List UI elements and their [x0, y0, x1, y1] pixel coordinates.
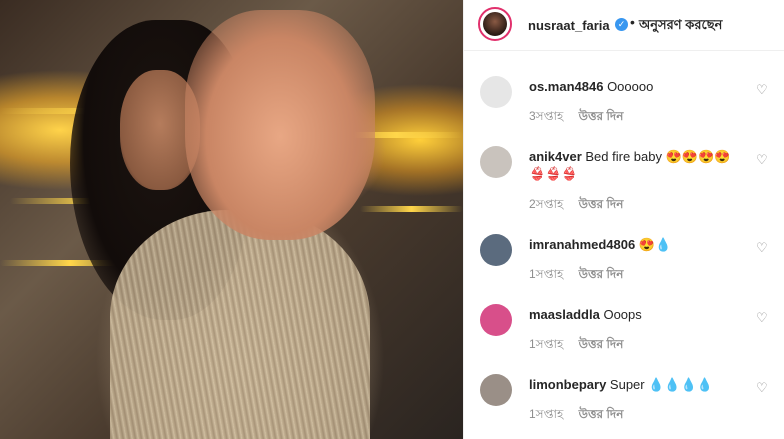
reply-button[interactable]: উত্তর দিন: [579, 109, 624, 123]
light-streak: [360, 206, 463, 212]
comment-text: maasladdla Ooops: [529, 306, 749, 323]
comment-username[interactable]: limonbepary: [529, 377, 606, 392]
comment-time: 1সপ্তাহ: [529, 267, 564, 281]
comment-time: 1সপ্তাহ: [529, 407, 564, 421]
reply-button[interactable]: উত্তর দিন: [579, 197, 624, 211]
separator-dot: •: [630, 14, 635, 30]
dress-shape: [110, 210, 370, 439]
comment-time: 2সপ্তাহ: [529, 197, 564, 211]
comment-meta: 3সপ্তাহ উত্তর দিন: [529, 108, 623, 128]
following-button[interactable]: অনুসরণ করছেন: [639, 16, 722, 37]
comment-body: Super 💧💧💧💧: [609, 377, 713, 392]
heart-icon[interactable]: ♡: [756, 240, 768, 256]
comment-meta: 2সপ্তাহ উত্তর দিন: [529, 196, 623, 216]
reply-button[interactable]: উত্তর দিন: [579, 267, 624, 281]
comment-username[interactable]: anik4ver: [529, 149, 582, 164]
comment-time: 3সপ্তাহ: [529, 109, 564, 123]
post-header: nusraat_faria ✓ • অনুসরণ করছেন: [464, 0, 784, 51]
heart-icon[interactable]: ♡: [756, 82, 768, 98]
comment-body: Oooooo: [607, 79, 654, 94]
comment-text: anik4ver Bed fire baby 😍😍😍😍 👙👙👙: [529, 148, 749, 182]
post-photo: [0, 0, 463, 439]
reply-button[interactable]: উত্তর দিন: [579, 407, 624, 421]
profile-avatar[interactable]: [478, 7, 512, 41]
avatar[interactable]: [480, 76, 512, 108]
comment-text: os.man4846 Oooooo: [529, 78, 749, 95]
comment-time: 1সপ্তাহ: [529, 337, 564, 351]
avatar[interactable]: [480, 146, 512, 178]
heart-icon[interactable]: ♡: [756, 380, 768, 396]
comments-sidebar: nusraat_faria ✓ • অনুসরণ করছেন os.man484…: [463, 0, 784, 439]
comment-username[interactable]: maasladdla: [529, 307, 600, 322]
comment-body: 😍💧: [638, 237, 672, 252]
comment-text: limonbepary Super 💧💧💧💧: [529, 376, 749, 393]
heart-icon[interactable]: ♡: [756, 152, 768, 168]
avatar[interactable]: [480, 304, 512, 336]
comment-meta: 1সপ্তাহ উত্তর দিন: [529, 406, 623, 426]
hand-shape: [185, 10, 375, 240]
reply-button[interactable]: উত্তর দিন: [579, 337, 624, 351]
post-username[interactable]: nusraat_faria: [528, 18, 610, 33]
heart-icon[interactable]: ♡: [756, 310, 768, 326]
comment-username[interactable]: imranahmed4806: [529, 237, 635, 252]
comment-username[interactable]: os.man4846: [529, 79, 603, 94]
comment-meta: 1সপ্তাহ উত্তর দিন: [529, 266, 623, 286]
comment-body: Ooops: [603, 307, 642, 322]
avatar[interactable]: [480, 374, 512, 406]
avatar[interactable]: [480, 234, 512, 266]
comment-meta: 1সপ্তাহ উত্তর দিন: [529, 336, 623, 356]
verified-icon: ✓: [615, 18, 628, 31]
comment-text: imranahmed4806 😍💧: [529, 236, 749, 253]
